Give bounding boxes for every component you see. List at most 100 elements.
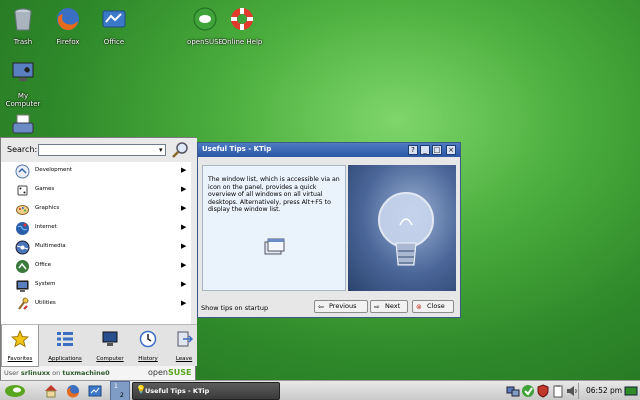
arrow-right-icon: ▶ — [181, 185, 187, 193]
show-tips-on-startup-label[interactable]: Show tips on startup — [201, 304, 268, 312]
search-icon[interactable] — [171, 141, 189, 159]
opensuse-logo: openSUSE — [148, 368, 191, 377]
pager-desktop-1[interactable]: 1 — [114, 383, 118, 390]
user-name: srlinuxx — [20, 369, 51, 377]
app-item-label: Internet — [35, 224, 57, 230]
desktop-icon-firefox[interactable]: Firefox — [46, 6, 90, 46]
arrow-left-icon: ⇦ — [318, 303, 324, 311]
window-title: Useful Tips - KTip — [202, 145, 272, 153]
tray-divider — [578, 383, 579, 399]
graphics-icon — [16, 205, 29, 215]
app-item-multimedia[interactable]: Multimedia ▶ — [1, 238, 191, 257]
desktop-icon-my-computer[interactable]: My Computer — [1, 60, 45, 108]
app-item-system[interactable]: System ▶ — [1, 276, 191, 295]
tab-favorites[interactable]: Favorites — [1, 325, 39, 367]
office-icon — [16, 260, 29, 273]
tab-applications[interactable]: Applications — [46, 325, 84, 367]
tab-label: Leave — [175, 356, 193, 362]
brand-suse: SUSE — [167, 368, 192, 377]
arrow-right-icon: ▶ — [181, 242, 187, 250]
user-prefix: User — [4, 369, 19, 377]
taskbar-item-label: Useful Tips - KTip — [145, 387, 210, 395]
clock-icon — [139, 330, 157, 348]
clipboard-icon[interactable] — [551, 384, 565, 398]
firefox-icon — [57, 8, 79, 31]
tab-leave[interactable]: Leave — [165, 325, 203, 367]
show-desktop-icon[interactable] — [624, 384, 638, 398]
printer-icon — [12, 114, 34, 134]
volume-icon[interactable] — [565, 384, 579, 398]
previous-button[interactable]: ⇦ Previous — [314, 300, 368, 313]
desktop-icon-office[interactable]: Office — [92, 6, 136, 46]
tab-history[interactable]: History — [129, 325, 167, 367]
desktop-icon-label: Trash — [13, 38, 33, 46]
firefox-icon[interactable] — [66, 384, 80, 398]
close-label: Close — [427, 302, 445, 310]
home-icon[interactable] — [44, 384, 58, 398]
arrow-right-icon: ▶ — [181, 223, 187, 231]
title-bar[interactable]: Useful Tips - KTip ? _ □ × — [198, 143, 460, 157]
next-button[interactable]: ⇨ Next — [370, 300, 408, 313]
close-icon: ⊗ — [416, 303, 422, 311]
app-item-label: Office — [35, 262, 52, 268]
arrow-right-icon: ▶ — [181, 299, 187, 307]
app-item-graphics[interactable]: Graphics ▶ — [1, 200, 191, 219]
package-updater-icon[interactable] — [521, 384, 535, 398]
lightbulb-image — [348, 165, 456, 291]
user-info: User srlinuxx on tuxmachine0 — [4, 369, 110, 377]
ktip-window[interactable]: Useful Tips - KTip ? _ □ × The window li… — [197, 142, 461, 318]
host-name: tuxmachine0 — [62, 369, 110, 377]
desktop-icon-trash[interactable]: Trash — [1, 6, 45, 46]
desktop-pager[interactable]: 1 2 — [110, 381, 130, 400]
opensuse-icon — [193, 7, 217, 31]
help-button[interactable]: ? — [408, 145, 418, 155]
desktop-icon-label: My Computer — [5, 92, 41, 108]
arrow-right-icon: ▶ — [181, 280, 187, 288]
app-item-internet[interactable]: Internet ▶ — [1, 219, 191, 238]
multimedia-icon — [15, 240, 30, 255]
system-icon — [16, 280, 29, 292]
arrow-right-icon: ▶ — [181, 261, 187, 269]
app-item-games[interactable]: Games ▶ — [1, 181, 191, 200]
taskbar-item-ktip[interactable]: 💡 Useful Tips - KTip — [132, 382, 280, 400]
app-item-label: Graphics — [35, 205, 60, 211]
app-item-utilities[interactable]: Utilities ▶ — [1, 295, 191, 314]
clock[interactable]: 06:52 pm — [586, 386, 622, 395]
app-item-office[interactable]: Office ▶ — [1, 257, 191, 276]
computer-icon — [12, 62, 34, 81]
arrow-right-icon: ⇨ — [374, 303, 380, 311]
kickoff-menu[interactable]: Search: ▾ Development ▶ Games ▶ Graphics… — [0, 137, 197, 382]
tab-label: Favorites — [7, 356, 33, 362]
taskbar: 1 2 💡 Useful Tips - KTip 06:52 pm — [0, 380, 640, 400]
pager-desktop-2[interactable]: 2 — [120, 392, 124, 399]
security-shield-icon[interactable] — [536, 384, 550, 398]
app-item-label: Multimedia — [35, 243, 66, 249]
desktop-icon-online-help[interactable]: Online Help — [220, 6, 264, 46]
desktop-icon-label: Online Help — [221, 38, 263, 46]
kickoff-tabs: Favorites Applications Computer History … — [1, 324, 197, 367]
app-item-label: Games — [35, 186, 55, 192]
app-item-label: System — [35, 281, 56, 287]
app-item-label: Development — [35, 167, 73, 173]
app-item-development[interactable]: Development ▶ — [1, 162, 191, 181]
office-icon — [102, 10, 126, 28]
search-input[interactable] — [38, 144, 166, 156]
chevron-down-icon[interactable]: ▾ — [159, 145, 167, 155]
minimize-button[interactable]: _ — [420, 145, 430, 155]
close-window-button[interactable]: × — [446, 145, 456, 155]
office-icon[interactable] — [88, 384, 102, 398]
maximize-button[interactable]: □ — [432, 145, 442, 155]
network-icon[interactable] — [506, 384, 520, 398]
games-icon — [17, 185, 28, 196]
user-on: on — [52, 369, 61, 377]
previous-label: Previous — [329, 302, 357, 310]
opensuse-menu-icon[interactable] — [4, 384, 26, 398]
tab-label: Applications — [48, 356, 82, 362]
close-button[interactable]: ⊗ Close — [412, 300, 454, 313]
tip-text: The window list, which is accessible via… — [208, 176, 340, 214]
lightbulb-icon — [378, 192, 434, 266]
tip-text-panel: The window list, which is accessible via… — [202, 165, 346, 291]
utilities-icon — [18, 297, 29, 310]
tab-label: Computer — [96, 356, 124, 362]
tab-computer[interactable]: Computer — [91, 325, 129, 367]
